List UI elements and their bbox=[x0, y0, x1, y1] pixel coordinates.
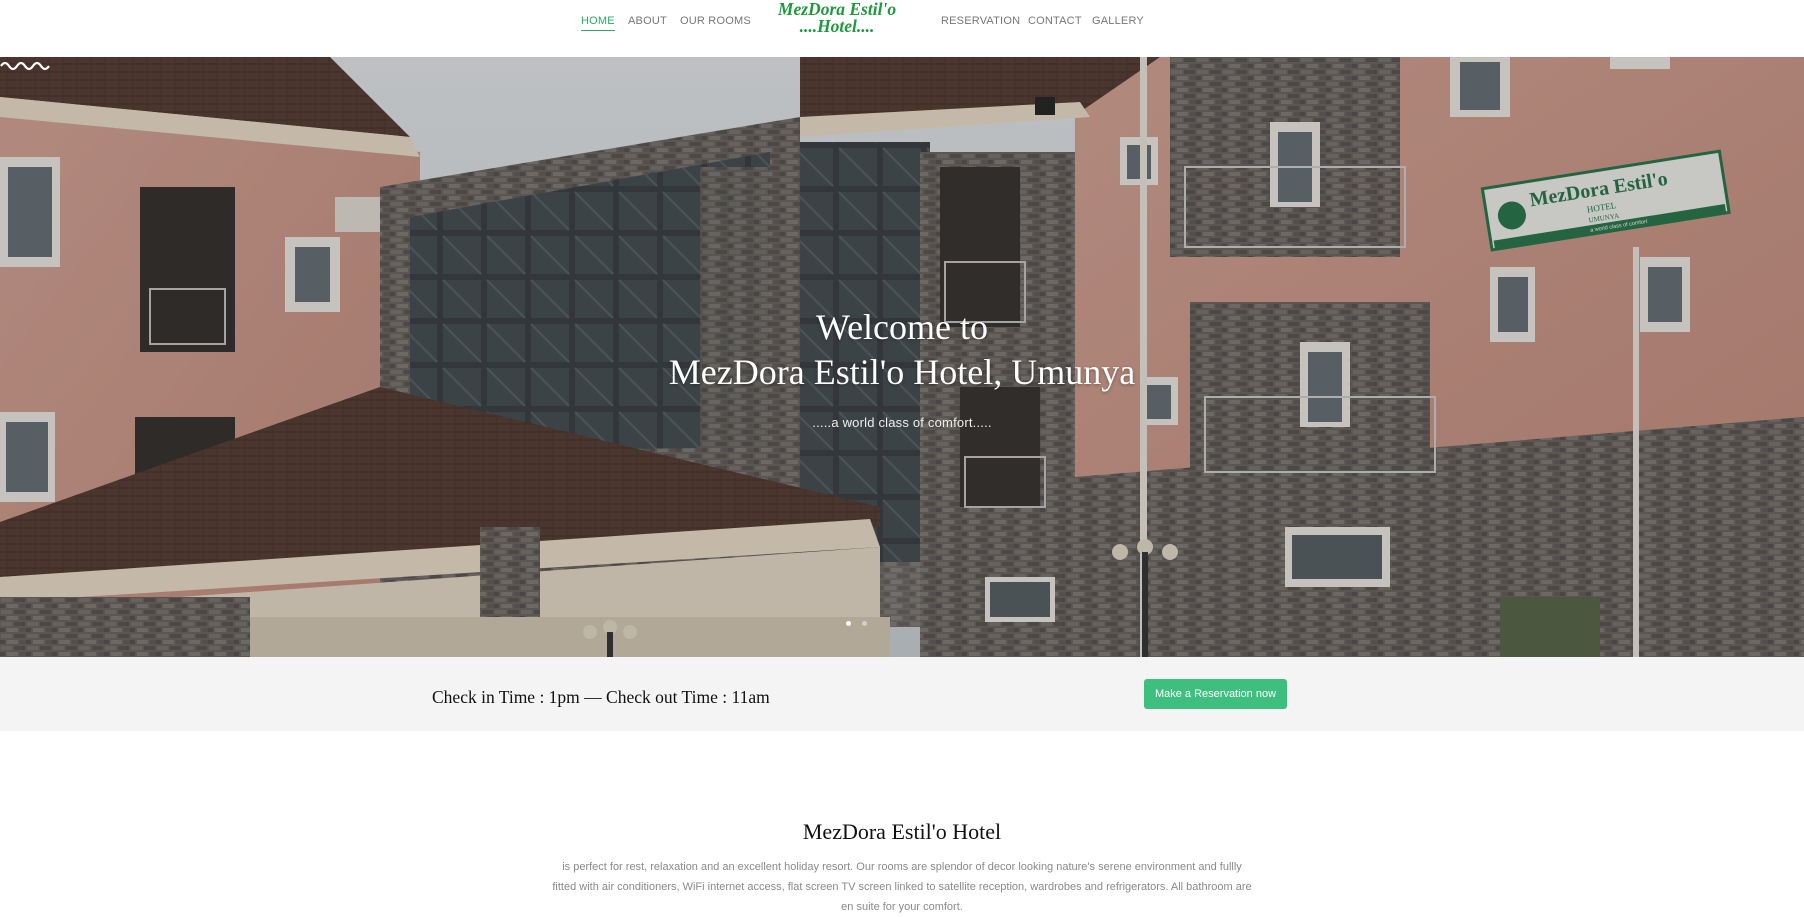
logo-line-2: ....Hotel.... bbox=[799, 16, 875, 36]
checkin-checkout-times: Check in Time : 1pm — Check out Time : 1… bbox=[432, 687, 770, 707]
make-reservation-button[interactable]: Make a Reservation now bbox=[1144, 679, 1287, 709]
hero-heading-line-1: Welcome to bbox=[815, 307, 989, 347]
hero-heading-line-2: MezDora Estil'o Hotel, Umunya bbox=[668, 352, 1136, 392]
about-description: is perfect for rest, relaxation and an e… bbox=[552, 861, 1252, 913]
top-navigation: HOME ABOUT OUR ROOMS MezDora Estil'o ...… bbox=[0, 0, 1804, 57]
checkin-strip: Check in Time : 1pm — Check out Time : 1… bbox=[0, 657, 1804, 731]
nav-our-rooms-link[interactable]: OUR ROOMS bbox=[680, 15, 751, 30]
slider-dot-2[interactable] bbox=[862, 621, 868, 626]
hero-slider: MezDora Estil'o HOTEL UMUNYA a world cla… bbox=[0, 57, 1804, 657]
slider-dot-1[interactable] bbox=[846, 621, 851, 626]
hero-tagline: .....a world class of comfort..... bbox=[812, 415, 992, 430]
hero-heading: Welcome to MezDora Estil'o Hotel, Umunya bbox=[402, 305, 1402, 395]
nav-home-link[interactable]: HOME bbox=[581, 15, 615, 31]
wave-divider-icon bbox=[0, 61, 50, 71]
about-heading: MezDora Estil'o Hotel bbox=[802, 819, 1002, 844]
nav-about-link[interactable]: ABOUT bbox=[628, 15, 667, 30]
nav-reservation-link[interactable]: RESERVATION bbox=[941, 15, 1020, 30]
nav-gallery-link[interactable]: GALLERY bbox=[1092, 15, 1144, 30]
nav-contact-link[interactable]: CONTACT bbox=[1028, 15, 1082, 30]
hotel-logo[interactable]: MezDora Estil'o ....Hotel.... bbox=[770, 0, 904, 36]
slider-pagination bbox=[846, 613, 874, 631]
